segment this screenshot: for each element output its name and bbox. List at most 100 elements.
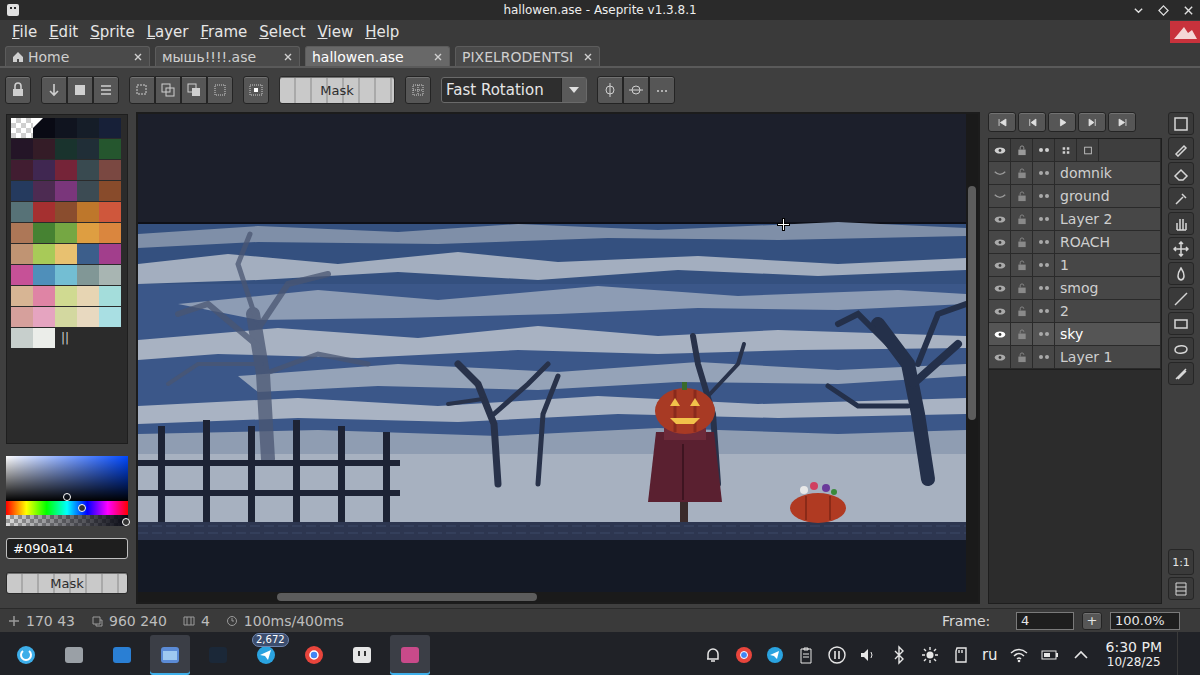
visibility-toggle[interactable] bbox=[989, 185, 1011, 207]
tool-button[interactable] bbox=[1168, 162, 1194, 185]
palette-swatch[interactable] bbox=[99, 286, 121, 306]
document-tab[interactable]: hallowen.ase bbox=[305, 46, 450, 66]
layer-row[interactable]: smog bbox=[989, 277, 1161, 300]
layer-name[interactable]: sky bbox=[1055, 323, 1161, 345]
palette-swatch[interactable] bbox=[11, 118, 33, 138]
palette-swatch[interactable] bbox=[33, 307, 55, 327]
close-tab-icon[interactable] bbox=[433, 52, 443, 62]
tool-button[interactable] bbox=[1168, 262, 1194, 285]
minimize-icon[interactable] bbox=[1133, 5, 1144, 16]
layer-row[interactable]: sky bbox=[989, 323, 1161, 346]
clock[interactable]: 6:30 PM10/28/25 bbox=[1102, 640, 1166, 670]
tool-button[interactable] bbox=[1168, 312, 1194, 335]
visibility-toggle[interactable] bbox=[989, 323, 1011, 345]
taskbar-app[interactable] bbox=[342, 635, 382, 675]
frame-control-button[interactable] bbox=[1108, 112, 1136, 132]
rotation-algorithm-dropdown[interactable]: Fast Rotation bbox=[441, 77, 587, 103]
palette-swatch[interactable] bbox=[11, 328, 33, 348]
lock-button[interactable] bbox=[5, 76, 31, 104]
palette-swatch[interactable] bbox=[99, 307, 121, 327]
lock-toggle[interactable] bbox=[1011, 254, 1033, 276]
frame-header[interactable] bbox=[1077, 139, 1099, 161]
menu-item[interactable]: Edit bbox=[43, 23, 84, 41]
show-desktop-button[interactable] bbox=[1177, 632, 1200, 675]
palette-swatch[interactable] bbox=[11, 181, 33, 201]
bluetooth-icon[interactable] bbox=[889, 645, 909, 665]
brightness-icon[interactable] bbox=[920, 645, 940, 665]
palette-swatch[interactable] bbox=[77, 286, 99, 306]
tool-button[interactable] bbox=[1168, 362, 1194, 385]
taskbar-app[interactable] bbox=[54, 635, 94, 675]
frame-control-button[interactable] bbox=[1048, 112, 1076, 132]
continuous-toggle[interactable] bbox=[1033, 254, 1055, 276]
options-button[interactable] bbox=[93, 76, 119, 104]
palette-swatch[interactable] bbox=[99, 181, 121, 201]
horizontal-scrollbar[interactable] bbox=[138, 592, 978, 602]
taskbar-app[interactable] bbox=[6, 635, 46, 675]
tool-button[interactable] bbox=[1168, 187, 1194, 210]
layer-name[interactable]: Layer 1 bbox=[1055, 346, 1161, 368]
sd-card-icon[interactable] bbox=[951, 645, 971, 665]
layer-name[interactable]: domnik bbox=[1055, 162, 1161, 184]
palette-swatch[interactable] bbox=[55, 286, 77, 306]
layer-name[interactable]: Layer 2 bbox=[1055, 208, 1161, 230]
continuous-toggle[interactable] bbox=[1033, 277, 1055, 299]
layer-row[interactable]: ROACH bbox=[989, 231, 1161, 254]
taskbar-app[interactable] bbox=[390, 635, 430, 675]
telegram-tray-icon[interactable] bbox=[765, 645, 785, 665]
menu-item[interactable]: File bbox=[6, 23, 43, 41]
expand-tray-icon[interactable] bbox=[1071, 645, 1091, 665]
visibility-toggle[interactable] bbox=[989, 162, 1011, 184]
palette-swatch[interactable] bbox=[11, 307, 33, 327]
hue-slider[interactable] bbox=[6, 501, 128, 515]
lock-toggle[interactable] bbox=[1011, 231, 1033, 253]
document-tab[interactable]: мышь!!!!.ase bbox=[155, 46, 300, 66]
layer-name[interactable]: 1 bbox=[1055, 254, 1161, 276]
palette-swatch[interactable] bbox=[55, 202, 77, 222]
add-frame-button[interactable]: + bbox=[1082, 612, 1102, 630]
layer-name[interactable]: ground bbox=[1055, 185, 1161, 207]
tool-button[interactable] bbox=[1168, 287, 1194, 310]
subtract-selection-button[interactable] bbox=[181, 76, 207, 104]
transparent-color-button[interactable] bbox=[405, 76, 431, 104]
layer-row[interactable]: Layer 1 bbox=[989, 346, 1161, 369]
layer-name[interactable]: 2 bbox=[1055, 300, 1161, 322]
palette-swatch[interactable] bbox=[55, 265, 77, 285]
layer-row[interactable]: 1 bbox=[989, 254, 1161, 277]
tool-button[interactable] bbox=[1168, 112, 1194, 135]
taskbar-app[interactable] bbox=[198, 635, 238, 675]
palette-swatch[interactable] bbox=[11, 202, 33, 222]
taskbar-app[interactable] bbox=[102, 635, 142, 675]
visibility-toggle[interactable] bbox=[989, 254, 1011, 276]
alpha-slider[interactable] bbox=[6, 515, 128, 526]
palette-swatch[interactable] bbox=[11, 265, 33, 285]
aseprite-logo-icon[interactable] bbox=[1170, 21, 1200, 43]
palette-swatch[interactable] bbox=[33, 286, 55, 306]
palette-swatch[interactable] bbox=[99, 118, 121, 138]
palette-swatch[interactable] bbox=[77, 139, 99, 159]
intersect-selection-button[interactable] bbox=[207, 76, 233, 104]
zoom-field[interactable]: 100.0% bbox=[1110, 612, 1180, 630]
menu-item[interactable]: Select bbox=[253, 23, 311, 41]
lock-header[interactable] bbox=[1011, 139, 1033, 161]
palette-swatch[interactable] bbox=[77, 118, 99, 138]
lock-toggle[interactable] bbox=[1011, 323, 1033, 345]
visibility-toggle[interactable] bbox=[989, 208, 1011, 230]
palette-swatch[interactable] bbox=[11, 286, 33, 306]
battery-icon[interactable] bbox=[1040, 645, 1060, 665]
palette-swatch[interactable] bbox=[11, 160, 33, 180]
document-tab[interactable]: Home bbox=[5, 46, 150, 66]
palette-swatch[interactable] bbox=[33, 118, 55, 138]
keyboard-layout[interactable]: ru bbox=[982, 646, 998, 664]
continuous-toggle[interactable] bbox=[1033, 323, 1055, 345]
taskbar-app[interactable] bbox=[150, 635, 190, 675]
lock-toggle[interactable] bbox=[1011, 277, 1033, 299]
pixel-perfect-button[interactable] bbox=[243, 76, 269, 104]
palette-swatch[interactable] bbox=[55, 160, 77, 180]
palette-swatch[interactable] bbox=[99, 202, 121, 222]
palette-swatch[interactable] bbox=[33, 265, 55, 285]
pivot-button[interactable] bbox=[597, 76, 623, 104]
frame-control-button[interactable] bbox=[1018, 112, 1046, 132]
palette-swatch[interactable] bbox=[99, 139, 121, 159]
clipboard-icon[interactable] bbox=[796, 645, 816, 665]
